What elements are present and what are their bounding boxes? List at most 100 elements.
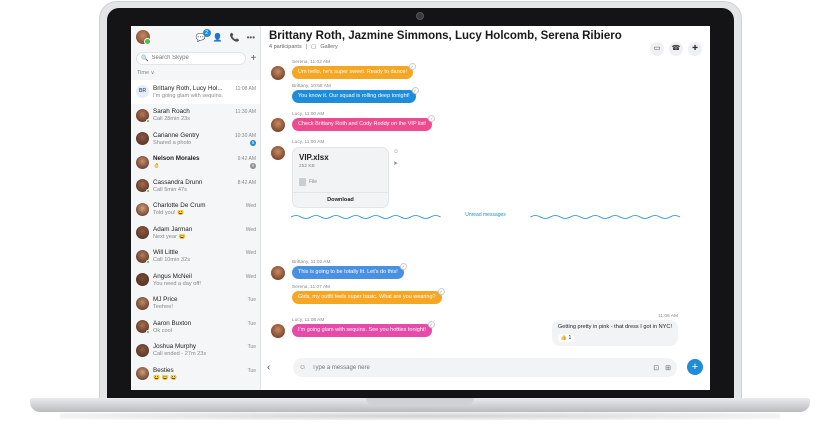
conversation-item[interactable]: Carianne Gentry 10:30 AM Shared a photo 5 xyxy=(131,127,260,151)
conversation-item[interactable]: MJ Price Tue Teehee! xyxy=(131,292,260,316)
new-chat-plus-icon[interactable]: + xyxy=(250,53,256,64)
conversation-item[interactable]: Joshua Murphy Tue Call ended - 27m 23s xyxy=(131,339,260,363)
laptop-notch xyxy=(366,398,474,405)
conversation-time: Wed xyxy=(245,203,256,210)
send-plus-button[interactable]: + xyxy=(687,359,703,375)
conversation-preview: Call 28min 23s xyxy=(153,116,190,123)
message-bubble[interactable]: I'm going glam with sequins. See you hot… xyxy=(292,321,435,337)
message-meta: Serena, 11:02 AM xyxy=(292,60,331,65)
contacts-icon[interactable]: 👤 xyxy=(213,33,223,42)
video-call-icon[interactable]: ▭ xyxy=(650,42,664,56)
search-input[interactable] xyxy=(151,55,242,61)
sender-avatar xyxy=(271,66,285,80)
message-bubble[interactable]: Check Brittany Roth and Cody Roddy on th… xyxy=(292,115,436,131)
online-status-dot xyxy=(146,118,150,123)
conversation-time: 8:42 AM xyxy=(237,179,256,186)
conversation-item[interactable]: Nelson Morales 9:42 AM 👌 ✕ xyxy=(131,151,260,175)
conversation-item[interactable]: Angus McNeil Wed You need a day off! xyxy=(131,268,260,292)
contact-avatar xyxy=(136,320,150,335)
message-input-box[interactable]: ☺ ⊡ ⊞ xyxy=(293,358,677,377)
conversation-name: Joshua Murphy xyxy=(153,343,197,351)
search-icon: 🔍 xyxy=(141,55,149,62)
conversation-time: Tue xyxy=(247,297,256,304)
more-icon[interactable]: ••• xyxy=(247,33,255,42)
react-emoji-icon[interactable]: ☺ xyxy=(393,149,399,155)
calls-icon[interactable]: 📞 xyxy=(230,33,240,42)
conversation-preview: Teehee! xyxy=(153,304,173,311)
conversation-name: Charlotte De Crum xyxy=(153,202,206,210)
conversation-item[interactable]: BR Brittany Roth, Lucy Hol... 11:08 AM I'm … xyxy=(131,80,260,104)
conversation-name: MJ Price xyxy=(153,296,178,304)
chat-subtitle: 4 participants | ▢ Gallery xyxy=(269,44,702,50)
conversation-text: Nelson Morales 9:42 AM 👌 ✕ xyxy=(153,155,256,170)
unread-divider: Unread messages xyxy=(291,212,680,220)
message-input[interactable] xyxy=(312,364,648,371)
conversation-item[interactable]: Cassandra Drunn 8:42 AM Call 5min 47s xyxy=(131,174,260,198)
profile-avatar[interactable] xyxy=(136,30,151,45)
conversation-time: Tue xyxy=(247,344,256,351)
sender-avatar xyxy=(271,146,285,160)
conversation-item[interactable]: Adam Jarman Wed Next year 😄 xyxy=(131,221,260,245)
gallery-link[interactable]: Gallery xyxy=(320,44,337,50)
conversation-preview: 👌 xyxy=(153,163,160,170)
conversation-preview: Call 5min 47s xyxy=(153,186,187,193)
contact-avatar xyxy=(136,249,150,264)
conversation-item[interactable]: Will Little Wed Call 10min 32s xyxy=(131,245,260,269)
conversation-text: MJ Price Tue Teehee! xyxy=(153,296,256,310)
conversation-time: Wed xyxy=(245,273,256,280)
message-bubble[interactable]: Um hello, he's super sweet. Ready to dan… xyxy=(292,63,416,79)
message-meta: Brittany, 10:58 AM xyxy=(292,84,331,89)
conversation-text: Carianne Gentry 10:30 AM Shared a photo 5 xyxy=(153,132,256,146)
emoji-icon[interactable]: ☺ xyxy=(299,364,306,371)
message-bubble[interactable]: This is going to be totally lit. Let's d… xyxy=(292,263,407,279)
contact-avatar xyxy=(136,132,149,146)
message-meta: Lucy, 11:00 AM xyxy=(292,112,325,117)
conversation-text: Will Little Wed Call 10min 32s xyxy=(153,249,256,263)
attach-icon[interactable]: ⊞ xyxy=(665,364,671,372)
time-filter[interactable]: Time ∨ xyxy=(131,66,260,78)
chevron-left-icon[interactable]: ‹ xyxy=(267,362,270,373)
download-button[interactable]: Download xyxy=(293,192,388,207)
conversation-preview: Call 10min 32s xyxy=(153,257,190,264)
conversation-text: Aaron Buxton Tue Ok cool xyxy=(153,320,256,334)
participants-count[interactable]: 4 participants xyxy=(269,44,302,50)
reaction-badge[interactable]: 👍 1 xyxy=(557,334,575,342)
online-status-dot xyxy=(146,330,150,335)
outgoing-text: Getting pretty in pink - that dress I go… xyxy=(557,324,672,330)
outgoing-bubble[interactable]: Getting pretty in pink - that dress I go… xyxy=(551,320,678,346)
conversation-time: Tue xyxy=(247,320,256,327)
forward-icon[interactable]: ➤ xyxy=(393,160,398,167)
conversation-item[interactable]: Aaron Buxton Tue Ok cool xyxy=(131,315,260,339)
conversation-preview: I'm going glam with sequins. xyxy=(153,92,224,99)
file-size: 252 KB xyxy=(299,164,315,169)
message-bubble[interactable]: You know it. Our squad is rolling deep t… xyxy=(292,87,419,103)
chat-bubble-icon[interactable]: 💬 2 xyxy=(196,28,211,42)
message-text: I'm going glam with sequins. See you hot… xyxy=(298,327,426,333)
add-people-icon[interactable]: ✚ xyxy=(688,42,702,56)
divider: | xyxy=(305,44,308,50)
audio-call-icon[interactable]: ☎ xyxy=(669,42,683,56)
message-list: Unread messages Serena, 11:02 AM Um hello… xyxy=(261,60,710,352)
conversation-list: BR Brittany Roth, Lucy Hol... 11:08 AM I'm … xyxy=(131,80,260,386)
message-bubble[interactable]: Girls, my outfit feels super basic. What… xyxy=(292,288,445,304)
online-status-dot xyxy=(146,189,150,194)
conversation-time: 10:30 AM xyxy=(234,132,256,139)
conversation-text: Angus McNeil Wed You need a day off! xyxy=(153,273,256,287)
conversation-name: Cassandra Drunn xyxy=(153,178,203,186)
media-icon[interactable]: ⊡ xyxy=(653,364,659,372)
search-box[interactable]: 🔍 xyxy=(136,51,247,65)
sender-avatar xyxy=(271,324,285,338)
conversation-time: Wed xyxy=(245,226,256,233)
conversation-preview: 😀 😀 😀 xyxy=(153,374,178,381)
conversation-item[interactable]: Charlotte De Crum Wed Told you! 😀 xyxy=(131,198,260,222)
conversation-item[interactable]: Besties Tue 😀 😀 😀 xyxy=(131,362,260,386)
conversation-time: 9:42 AM xyxy=(237,156,256,163)
conversation-item[interactable]: Sarah Roach 11:30 AM Call 28min 23s xyxy=(131,104,260,128)
message-text: Um hello, he's super sweet. Ready to dan… xyxy=(298,69,407,75)
conversation-text: Adam Jarman Wed Next year 😄 xyxy=(153,226,256,240)
file-attachment[interactable]: VIP.xlsx 252 KB File Download xyxy=(292,147,389,208)
conversation-text: Besties Tue 😀 😀 😀 xyxy=(153,367,256,381)
contact-avatar xyxy=(136,367,149,381)
conversation-preview: Told you! 😀 xyxy=(153,210,184,217)
read-receipt-icon: ✓ xyxy=(427,321,435,328)
